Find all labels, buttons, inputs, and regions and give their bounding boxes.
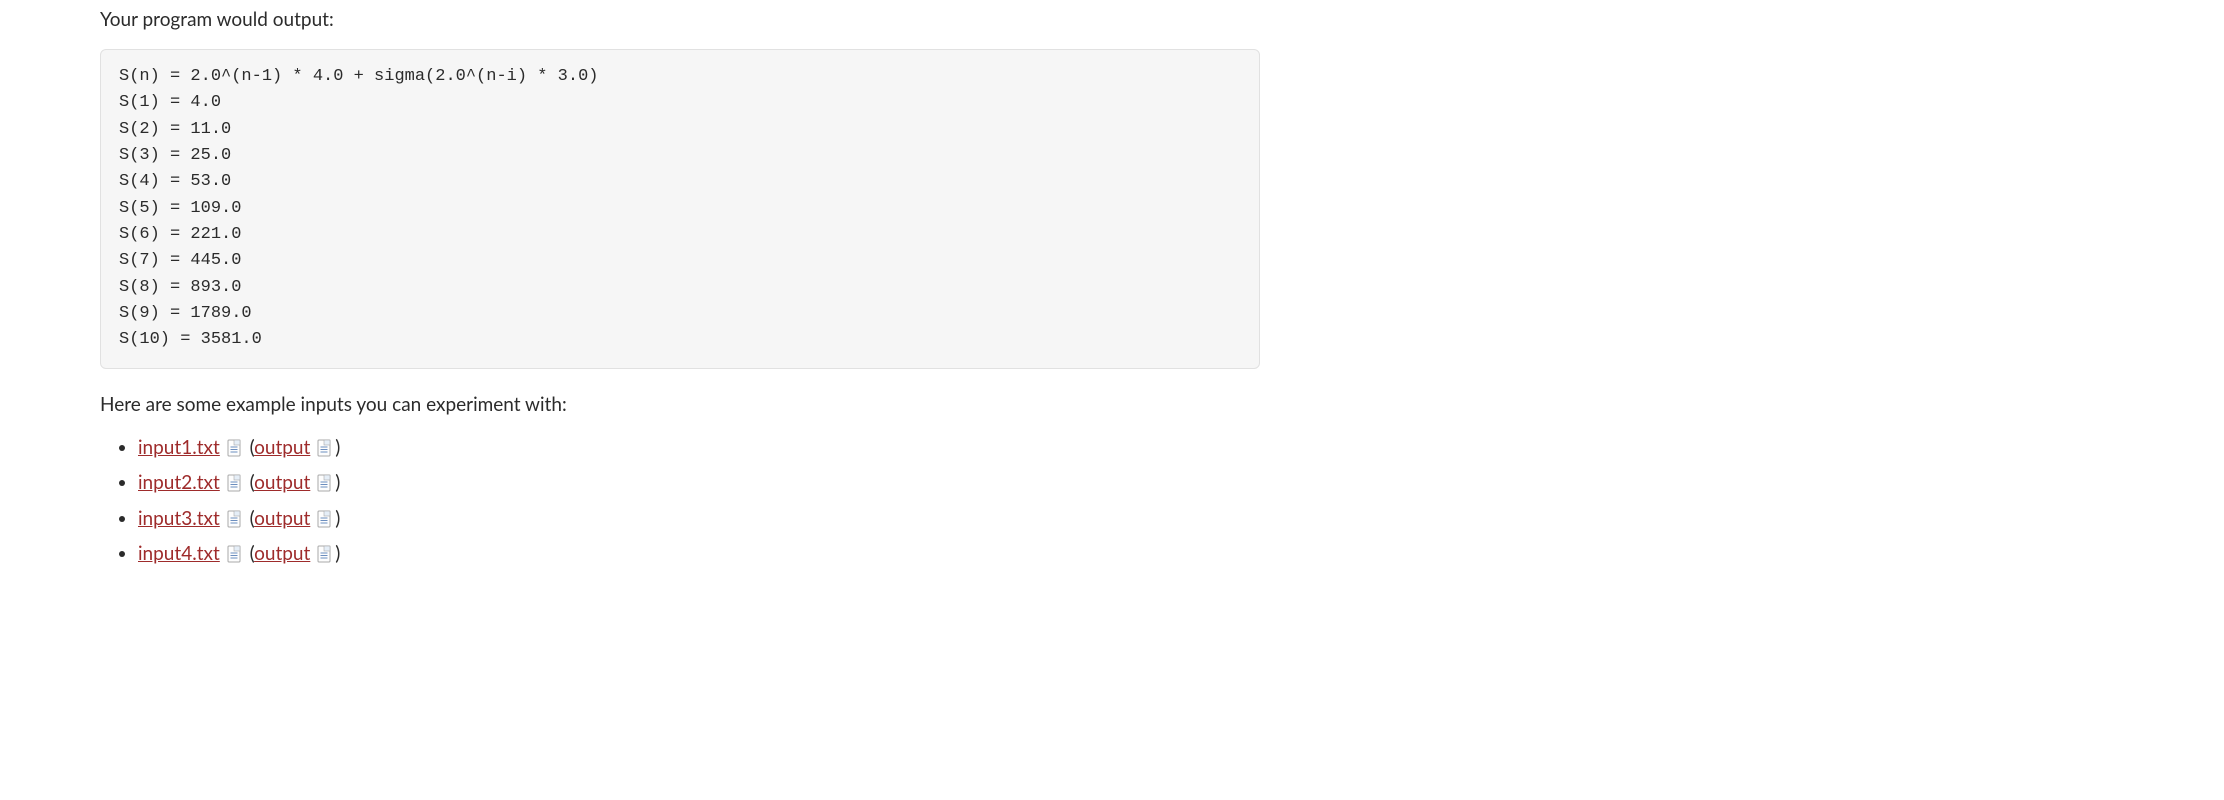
list-item: input3.txt (output ) <box>138 505 1260 534</box>
document-icon <box>227 437 243 455</box>
output-file-link[interactable]: output <box>254 507 310 530</box>
input-file-link[interactable]: input3.txt <box>138 507 220 530</box>
paren-close: ) <box>335 471 340 494</box>
file-list: input1.txt (output ) input2.txt (output … <box>100 434 1260 569</box>
paren-close: ) <box>335 436 340 459</box>
document-icon <box>317 472 333 490</box>
document-icon <box>227 508 243 526</box>
document-icon <box>227 472 243 490</box>
input-file-link[interactable]: input1.txt <box>138 436 220 459</box>
input-file-link[interactable]: input2.txt <box>138 471 220 494</box>
output-file-link[interactable]: output <box>254 542 310 565</box>
document-icon <box>317 543 333 561</box>
document-icon <box>317 508 333 526</box>
document-content: Your program would output: S(n) = 2.0^(n… <box>0 8 1260 569</box>
output-file-link[interactable]: output <box>254 436 310 459</box>
paren-close: ) <box>335 542 340 565</box>
list-item: input4.txt (output ) <box>138 540 1260 569</box>
list-item: input1.txt (output ) <box>138 434 1260 463</box>
document-icon <box>317 437 333 455</box>
input-file-link[interactable]: input4.txt <box>138 542 220 565</box>
example-inputs-text: Here are some example inputs you can exp… <box>100 393 1260 416</box>
paren-close: ) <box>335 507 340 530</box>
list-item: input2.txt (output ) <box>138 469 1260 498</box>
document-icon <box>227 543 243 561</box>
intro-text: Your program would output: <box>100 8 1260 31</box>
program-output-block: S(n) = 2.0^(n-1) * 4.0 + sigma(2.0^(n-i)… <box>100 49 1260 369</box>
output-file-link[interactable]: output <box>254 471 310 494</box>
